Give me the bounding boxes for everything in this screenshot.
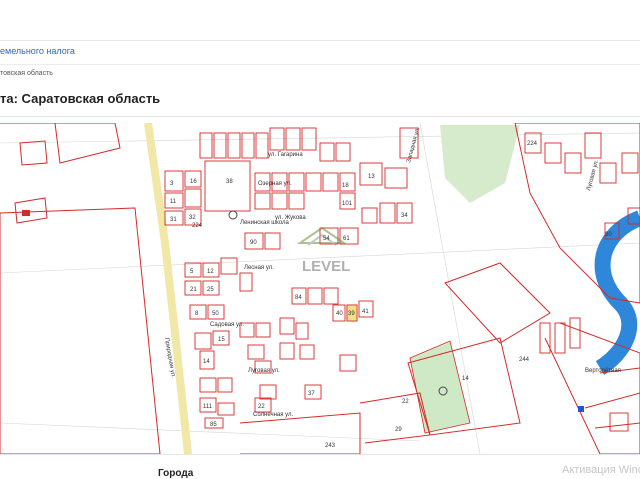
plot-label[interactable]: 15: [218, 337, 225, 343]
street-label-lugovaya-right: Луговая ул.: [586, 159, 600, 192]
street-label-vertoletnaya: Вертолётная: [585, 368, 621, 374]
divider: [0, 64, 640, 65]
street-label-gagarina: ул. Гагарина: [268, 152, 303, 158]
school-icon[interactable]: [228, 210, 238, 220]
plot-label[interactable]: 12: [207, 269, 214, 275]
plot-label[interactable]: 3: [170, 181, 174, 187]
plot-label[interactable]: 11: [170, 199, 177, 205]
plot-label[interactable]: 30: [605, 232, 612, 238]
plot-label[interactable]: 22: [402, 399, 409, 405]
plot-label[interactable]: 21: [190, 287, 197, 293]
plot-label[interactable]: 84: [295, 295, 302, 301]
plot-label[interactable]: 31: [170, 217, 177, 223]
cadastral-map[interactable]: LEVEL Природная ул. Ленинская школа ул. …: [0, 123, 640, 454]
plot-label[interactable]: 40: [336, 311, 343, 317]
plot-label[interactable]: 39: [348, 311, 355, 317]
watermark-text: LEVEL: [302, 258, 350, 275]
plot-label[interactable]: 37: [308, 391, 315, 397]
plot-label[interactable]: 29: [395, 427, 402, 433]
plot-label[interactable]: 90: [250, 240, 257, 246]
street-label-zhukova: ул. Жукова: [275, 215, 306, 221]
plot-label[interactable]: 22: [258, 404, 265, 410]
plot-label[interactable]: 25: [207, 287, 214, 293]
plot-label[interactable]: 8: [195, 311, 199, 317]
plot-label[interactable]: 85: [210, 422, 217, 428]
plot-label[interactable]: 61: [343, 236, 350, 242]
plot-label[interactable]: 224: [527, 141, 538, 147]
greenery-area: [440, 125, 520, 203]
plot-label[interactable]: 18: [342, 183, 349, 189]
top-header-strip: [0, 0, 640, 41]
level-watermark-logo: [296, 226, 348, 246]
land-tax-link[interactable]: емельного налога: [0, 46, 75, 56]
plot-label[interactable]: 13: [368, 174, 375, 180]
page-title: та: Саратовская область: [0, 91, 161, 106]
breadcrumb: товская область: [0, 70, 53, 77]
plot-label[interactable]: 32: [189, 215, 196, 221]
plot-label[interactable]: 34: [401, 213, 408, 219]
plot-label[interactable]: 224: [192, 223, 203, 229]
plot-label[interactable]: 50: [212, 311, 219, 317]
bottom-bar: [0, 454, 640, 477]
plot-label[interactable]: 16: [190, 179, 197, 185]
street-label-ozernaya: Озерная ул.: [258, 181, 292, 187]
bus-stop-icon[interactable]: [578, 406, 584, 412]
plot-label[interactable]: 111: [203, 404, 213, 410]
cities-heading: Города: [158, 468, 194, 479]
divider: [0, 116, 640, 117]
plot-label[interactable]: 244: [519, 357, 530, 363]
plot-label[interactable]: 14: [462, 376, 469, 382]
road-prirodnaya: [144, 123, 192, 454]
plot-label[interactable]: 54: [323, 236, 330, 242]
street-label-solnechnaya: Солнечная ул.: [253, 412, 294, 418]
street-label-lesnaya: Лесная ул.: [244, 265, 274, 271]
plot-label[interactable]: 243: [325, 443, 336, 449]
plot-label[interactable]: 14: [203, 359, 210, 365]
street-label-sadovaya: Садовая ул.: [210, 322, 244, 328]
settlement-plots: [164, 127, 640, 432]
plot-label[interactable]: 41: [362, 309, 369, 315]
poi-marker-icon[interactable]: [22, 210, 30, 216]
windows-activation-watermark: Активация Windows: [562, 464, 640, 476]
plot-label[interactable]: 38: [226, 179, 233, 185]
street-label-lugovaya: Луговая ул.: [248, 368, 280, 374]
plot-label[interactable]: 101: [342, 201, 353, 207]
plot-label[interactable]: 5: [190, 269, 194, 275]
